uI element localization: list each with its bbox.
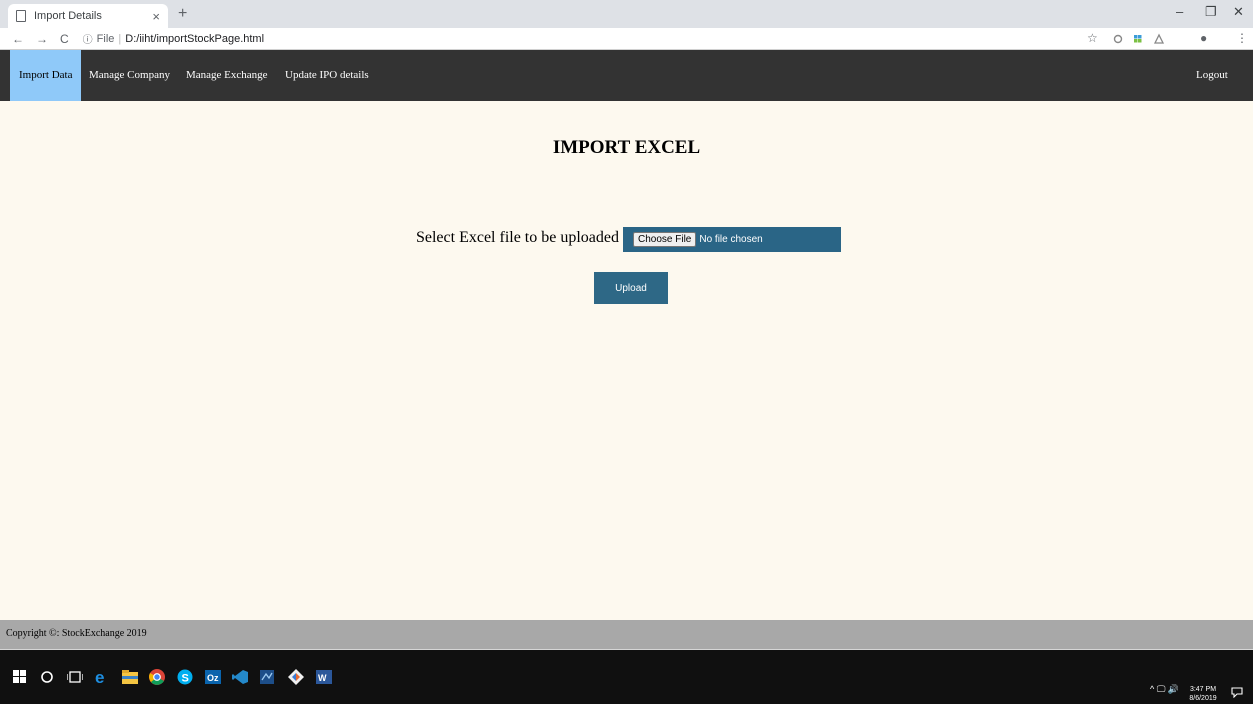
reload-icon[interactable]: C (60, 32, 69, 46)
address-bar[interactable]: ⓘ File | D:/iiht/importStockPage.html (83, 30, 264, 48)
windows-start-icon[interactable] (13, 670, 27, 684)
minimize-icon[interactable]: – (1176, 4, 1183, 19)
page-footer: Copyright ©: StockExchange 2019 (0, 620, 1253, 649)
app-icon-stack[interactable] (260, 670, 274, 684)
edge-browser-icon[interactable]: e (94, 669, 110, 685)
clock-time: 3:47 PM (1189, 686, 1217, 693)
vscode-icon[interactable] (232, 670, 248, 684)
close-tab-icon[interactable]: × (152, 9, 160, 24)
menu-dots-icon[interactable]: ⋮ (1236, 31, 1248, 45)
site-navbar: Import Data Manage Company Manage Exchan… (0, 50, 1253, 101)
profile-icon[interactable]: ● (1200, 31, 1207, 45)
info-icon[interactable]: ⓘ (83, 31, 93, 46)
chrome-icon[interactable] (149, 669, 165, 685)
notification-center-icon[interactable] (1231, 686, 1243, 698)
choose-file-button[interactable]: Choose File (633, 232, 697, 247)
bookmark-star-icon[interactable]: ☆ (1087, 31, 1098, 45)
url-separator: | (118, 32, 122, 45)
skype-icon[interactable]: S (177, 669, 193, 685)
nav-manage-exchange[interactable]: Manage Exchange (186, 50, 268, 101)
browser-tabstrip: Import Details × + – ❐ ✕ (0, 0, 1253, 28)
search-icon[interactable] (40, 670, 54, 684)
taskbar-clock[interactable]: 3:47 PM 8/6/2019 (1184, 685, 1222, 703)
url-scheme: File (96, 32, 115, 45)
back-arrow-icon[interactable]: ← (12, 32, 24, 46)
tab-title: Import Details (34, 10, 102, 22)
window-close-icon[interactable]: ✕ (1233, 4, 1244, 20)
forward-arrow-icon[interactable]: → (36, 32, 48, 46)
nav-import-data[interactable]: Import Data (10, 50, 82, 101)
copyright-text: Copyright ©: StockExchange 2019 (6, 628, 147, 639)
windows-taskbar: e S Oz W (0, 650, 1253, 704)
svg-text:W: W (318, 673, 327, 683)
browser-tab[interactable]: Import Details × (8, 4, 168, 28)
file-explorer-icon[interactable] (122, 670, 138, 684)
svg-text:e: e (95, 669, 104, 685)
browser-toolbar: ← → C ⓘ File | D:/iiht/importStockPage.h… (0, 28, 1253, 50)
url-path: D:/iiht/importStockPage.html (125, 32, 265, 45)
nav-manage-company[interactable]: Manage Company (89, 50, 170, 101)
restore-icon[interactable]: ❐ (1205, 4, 1217, 20)
svg-text:Oz: Oz (207, 673, 219, 683)
file-status-text: No file chosen (699, 234, 763, 245)
nav-update-ipo[interactable]: Update IPO details (285, 50, 369, 101)
word-icon[interactable]: W (316, 670, 332, 684)
clock-date: 8/6/2019 (1189, 695, 1217, 702)
file-input-label: Select Excel file to be uploaded (415, 229, 619, 246)
main-content: IMPORT EXCEL Select Excel file to be upl… (0, 101, 1253, 620)
page-icon (16, 10, 26, 22)
file-input[interactable]: Choose File No file chosen (623, 227, 841, 252)
upload-button[interactable]: Upload (594, 272, 668, 304)
outlook-icon[interactable]: Oz (205, 670, 221, 684)
svg-text:S: S (182, 673, 189, 685)
extension-icons[interactable] (1113, 33, 1173, 45)
page-title: IMPORT EXCEL (552, 137, 701, 158)
nav-logout[interactable]: Logout (1196, 50, 1228, 101)
new-tab-icon[interactable]: + (178, 5, 187, 23)
git-diamond-icon[interactable] (288, 669, 304, 685)
system-tray-icons[interactable]: ^ 🖵 🔊 (1150, 684, 1179, 695)
task-view-icon[interactable] (67, 670, 83, 684)
